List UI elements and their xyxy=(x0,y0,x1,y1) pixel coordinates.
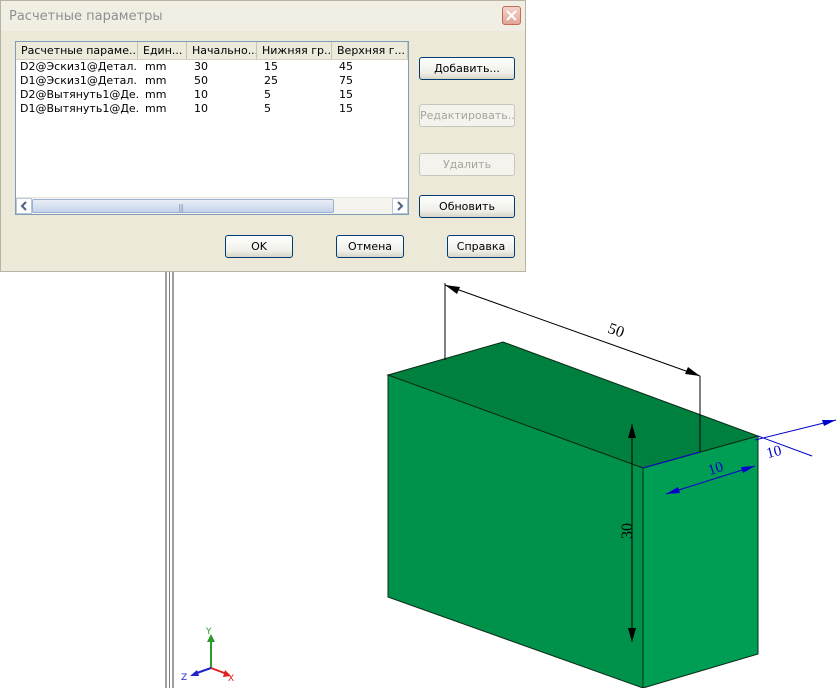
scroll-left-button[interactable] xyxy=(16,198,32,214)
design-parameters-dialog: Расчетные параметры Расчетные параме... … xyxy=(0,0,526,272)
axis-label-y: Y xyxy=(205,627,212,637)
list-item[interactable]: D1@Эскиз1@Детал... mm 50 25 75 xyxy=(16,74,408,88)
chevron-right-icon xyxy=(397,201,404,211)
column-header-units[interactable]: Един... xyxy=(138,42,187,59)
dimension-label-50[interactable]: 50 xyxy=(606,320,627,341)
dialog-title: Расчетные параметры xyxy=(9,9,163,24)
dimension-label-30[interactable]: 30 xyxy=(619,523,636,539)
edit-button[interactable]: Редактировать... xyxy=(419,104,515,127)
add-button[interactable]: Добавить... xyxy=(419,57,515,80)
scroll-right-button[interactable] xyxy=(392,198,408,214)
list-header: Расчетные параме... Един... Начально... … xyxy=(16,42,408,60)
column-header-lower[interactable]: Нижняя гр... xyxy=(257,42,332,59)
dimension-label-10-b[interactable]: 10 xyxy=(765,443,783,462)
column-header-name[interactable]: Расчетные параме... xyxy=(16,42,138,59)
axis-label-x: X xyxy=(228,674,234,684)
model-side-face[interactable] xyxy=(642,435,759,688)
column-header-initial[interactable]: Начально... xyxy=(187,42,257,59)
parameters-list[interactable]: Расчетные параме... Един... Начально... … xyxy=(15,41,409,215)
list-item[interactable]: D2@Эскиз1@Детал... mm 30 15 45 xyxy=(16,60,408,74)
cancel-button[interactable]: Отмена xyxy=(336,235,404,258)
list-item[interactable]: D1@Вытянуть1@Де... mm 10 5 15 xyxy=(16,102,408,116)
axis-label-z: Z xyxy=(181,673,187,683)
scroll-thumb[interactable]: ||| xyxy=(32,199,334,213)
delete-button[interactable]: Удалить xyxy=(419,153,515,176)
column-header-upper[interactable]: Верхняя г... xyxy=(332,42,408,59)
axis-triad: Y X Z xyxy=(175,624,245,688)
list-item[interactable]: D2@Вытянуть1@Де... mm 10 5 15 xyxy=(16,88,408,102)
horizontal-scrollbar[interactable]: ||| xyxy=(16,197,408,214)
chevron-left-icon xyxy=(20,201,27,211)
close-button[interactable] xyxy=(502,6,521,25)
update-button[interactable]: Обновить xyxy=(419,195,515,218)
dialog-titlebar[interactable]: Расчетные параметры xyxy=(1,1,525,31)
help-button[interactable]: Справка xyxy=(447,235,515,258)
close-icon xyxy=(506,10,517,21)
ok-button[interactable]: OK xyxy=(225,235,293,258)
